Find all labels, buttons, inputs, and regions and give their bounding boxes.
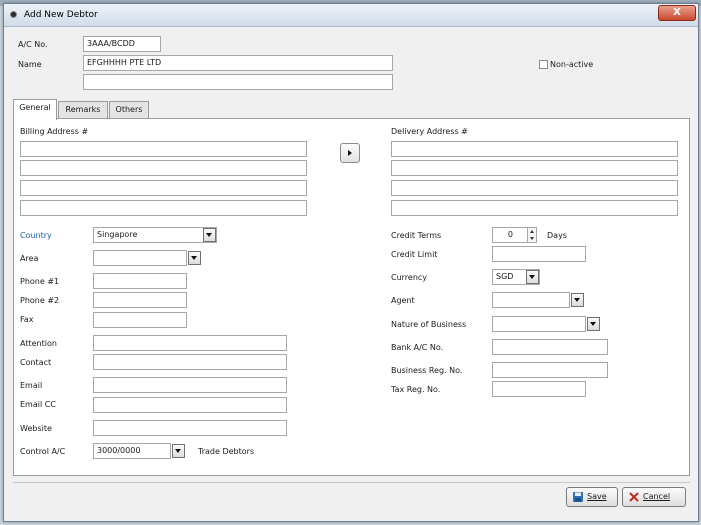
email-cc-label: Email CC bbox=[20, 400, 56, 409]
name-label: Name bbox=[18, 60, 42, 69]
currency-value: SGD bbox=[496, 272, 514, 281]
phone1-label: Phone #1 bbox=[20, 277, 60, 286]
title-bar: Add New Debtor X bbox=[4, 4, 698, 27]
business-reg-no-label: Business Reg. No. bbox=[391, 366, 463, 375]
credit-terms-spinner[interactable] bbox=[527, 227, 537, 243]
window-icon bbox=[10, 11, 17, 18]
non-active-checkbox[interactable] bbox=[539, 60, 548, 69]
contact-label: Contact bbox=[20, 358, 52, 367]
credit-terms-field[interactable]: 0 bbox=[492, 227, 528, 243]
control-ac-value: 3000/0000 bbox=[97, 446, 141, 455]
email-label: Email bbox=[20, 381, 43, 390]
billing-address-label: Billing Address # bbox=[20, 127, 89, 136]
billing-address-line2[interactable] bbox=[20, 160, 307, 176]
billing-address-line1[interactable] bbox=[20, 141, 307, 157]
spin-down-icon[interactable] bbox=[530, 237, 534, 240]
name-line2-field[interactable] bbox=[83, 74, 393, 90]
country-label: Country bbox=[20, 231, 52, 240]
fax-label: Fax bbox=[20, 315, 34, 324]
ac-no-field[interactable]: 3AAA/BCDD bbox=[83, 36, 161, 52]
save-button-label: Save bbox=[587, 492, 607, 501]
attention-field[interactable] bbox=[93, 335, 287, 351]
credit-terms-label: Credit Terms bbox=[391, 231, 442, 240]
tab-others[interactable]: Others bbox=[109, 101, 149, 119]
website-label: Website bbox=[20, 424, 52, 433]
country-select[interactable]: Singapore bbox=[93, 227, 217, 243]
phone2-label: Phone #2 bbox=[20, 296, 60, 305]
copy-address-button[interactable] bbox=[340, 143, 360, 163]
currency-select[interactable]: SGD bbox=[492, 269, 540, 285]
credit-limit-field[interactable] bbox=[492, 246, 586, 262]
contact-field[interactable] bbox=[93, 354, 287, 370]
cancel-button-label: Cancel bbox=[643, 492, 671, 501]
spin-up-icon[interactable] bbox=[530, 230, 534, 233]
delivery-address-line2[interactable] bbox=[391, 160, 678, 176]
attention-label: Attention bbox=[20, 339, 57, 348]
bank-ac-no-label: Bank A/C No. bbox=[391, 343, 444, 352]
agent-label: Agent bbox=[391, 296, 415, 305]
close-button[interactable]: X bbox=[658, 5, 696, 21]
website-field[interactable] bbox=[93, 420, 287, 436]
business-reg-no-field[interactable] bbox=[492, 362, 608, 378]
days-label: Days bbox=[547, 231, 567, 240]
email-cc-field[interactable] bbox=[93, 397, 287, 413]
agent-dropdown-button[interactable] bbox=[571, 293, 584, 307]
control-ac-dropdown-button[interactable] bbox=[172, 444, 185, 458]
window-title: Add New Debtor bbox=[24, 10, 98, 20]
nature-of-business-select[interactable] bbox=[492, 316, 586, 332]
phone1-field[interactable] bbox=[93, 273, 187, 289]
ac-no-label: A/C No. bbox=[18, 40, 48, 49]
tax-reg-no-field[interactable] bbox=[492, 381, 586, 397]
delivery-address-line1[interactable] bbox=[391, 141, 678, 157]
control-ac-description: Trade Debtors bbox=[198, 447, 255, 456]
phone2-field[interactable] bbox=[93, 292, 187, 308]
delivery-address-label: Delivery Address # bbox=[391, 127, 468, 136]
nature-of-business-label: Nature of Business bbox=[391, 320, 467, 329]
save-button[interactable]: Save bbox=[566, 487, 618, 507]
nature-of-business-dropdown-button[interactable] bbox=[587, 317, 600, 331]
chevron-down-icon[interactable] bbox=[526, 270, 539, 284]
x-icon bbox=[629, 492, 639, 502]
name-field[interactable]: EFGHHHH PTE LTD bbox=[83, 55, 393, 71]
area-label: Area bbox=[20, 254, 39, 263]
cancel-button[interactable]: Cancel bbox=[622, 487, 686, 507]
country-value: Singapore bbox=[97, 230, 138, 239]
billing-address-line4[interactable] bbox=[20, 200, 307, 216]
tab-remarks[interactable]: Remarks bbox=[58, 101, 108, 119]
credit-limit-label: Credit Limit bbox=[391, 250, 438, 259]
agent-select[interactable] bbox=[492, 292, 570, 308]
footer-divider bbox=[13, 482, 690, 483]
fax-field[interactable] bbox=[93, 312, 187, 328]
area-select[interactable] bbox=[93, 250, 187, 266]
billing-address-line3[interactable] bbox=[20, 180, 307, 196]
email-field[interactable] bbox=[93, 377, 287, 393]
control-ac-select[interactable]: 3000/0000 bbox=[93, 443, 171, 459]
tab-general[interactable]: General bbox=[13, 99, 57, 120]
bank-ac-no-field[interactable] bbox=[492, 339, 608, 355]
floppy-disk-icon bbox=[573, 492, 583, 502]
non-active-label: Non-active bbox=[550, 60, 594, 69]
delivery-address-line3[interactable] bbox=[391, 180, 678, 196]
area-dropdown-button[interactable] bbox=[188, 251, 201, 265]
tax-reg-no-label: Tax Reg. No. bbox=[391, 385, 441, 394]
chevron-down-icon[interactable] bbox=[203, 228, 216, 242]
currency-label: Currency bbox=[391, 273, 428, 282]
dialog-window: Add New Debtor X A/C No. 3AAA/BCDD Name … bbox=[3, 3, 699, 522]
control-ac-label: Control A/C bbox=[20, 447, 66, 456]
delivery-address-line4[interactable] bbox=[391, 200, 678, 216]
